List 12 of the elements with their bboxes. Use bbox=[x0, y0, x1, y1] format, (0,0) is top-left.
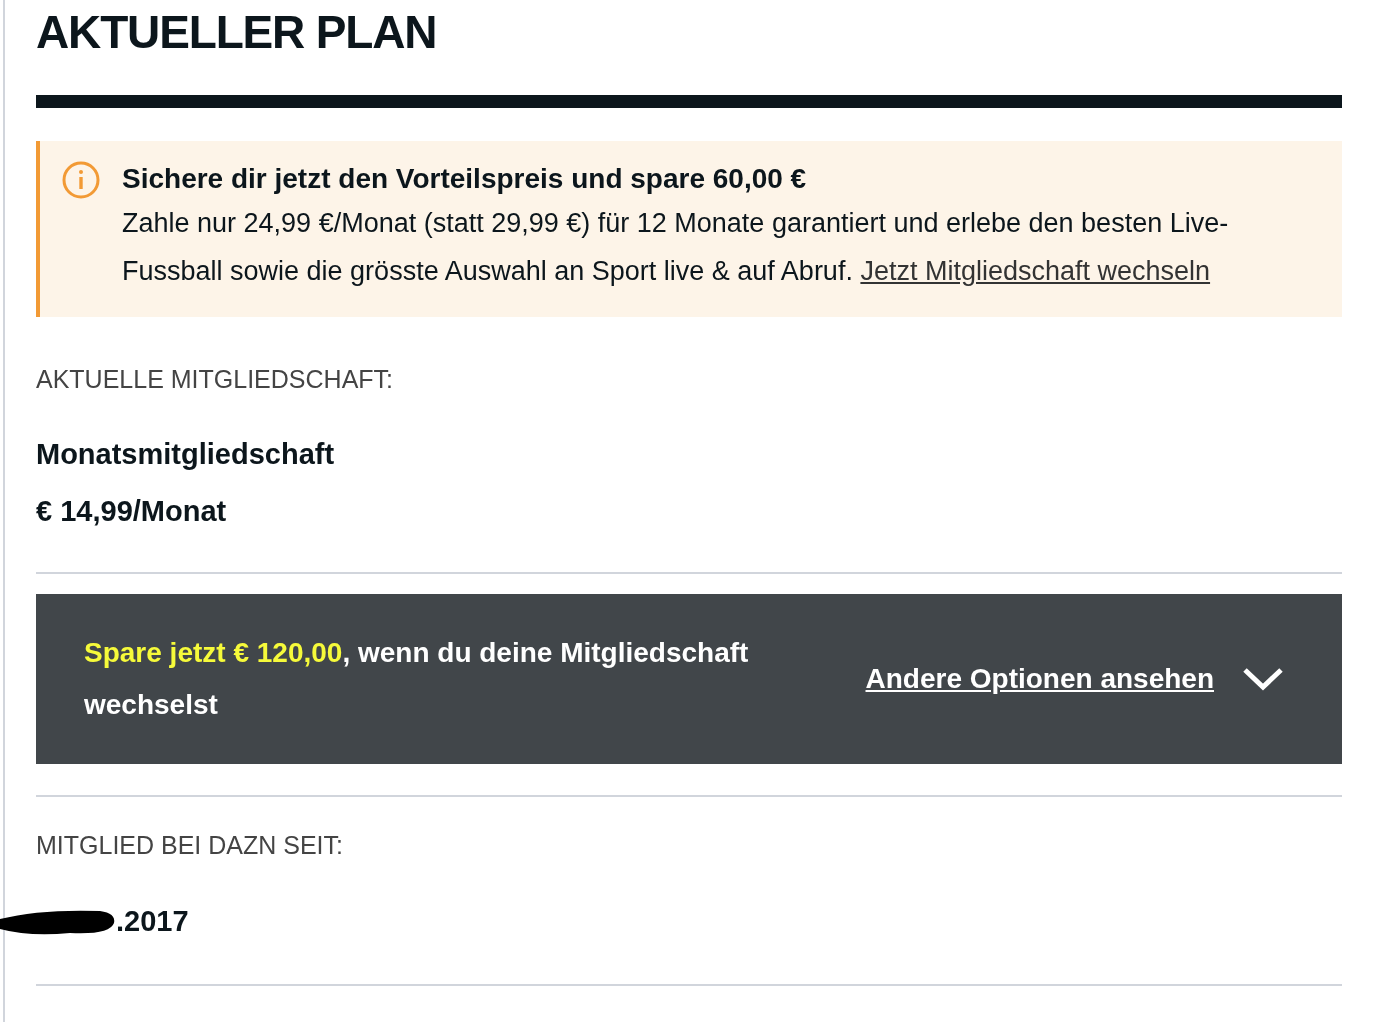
section-label: MITGLIED BEI DAZN SEIT: bbox=[36, 829, 343, 861]
page-title: AKTUELLER PLAN bbox=[36, 5, 437, 60]
notice-text: Zahle nur 24,99 €/Monat (statt 29,99 €) für 12 Monate garantiert und erlebe den besten Live-Fussball sowie die grösste Auswahl an Sport live & auf Abruf. Jetzt Mitgliedschaft wechseln bbox=[122, 207, 1230, 288]
notice-headline: Sichere dir jetzt den Vorteilspreis und spare 60,00 € bbox=[122, 162, 808, 196]
section-label: AKTUELLE MITGLIEDSCHAFT: bbox=[36, 364, 394, 395]
plan-price: € 14,99/Monat bbox=[36, 494, 227, 529]
change-membership-link[interactable]: Jetzt Mitgliedschaft wechseln bbox=[860, 256, 1211, 286]
other-options-link[interactable]: Andere Optionen ansehen bbox=[865, 657, 1284, 700]
offer-text: Spare jetzt € 120,00, wenn du deine Mitgliedschaft wechselst bbox=[84, 635, 750, 722]
info-icon bbox=[62, 161, 100, 199]
member-since-date: .2017 bbox=[116, 904, 189, 939]
plan-name: Monatsmitgliedschaft bbox=[36, 436, 335, 472]
